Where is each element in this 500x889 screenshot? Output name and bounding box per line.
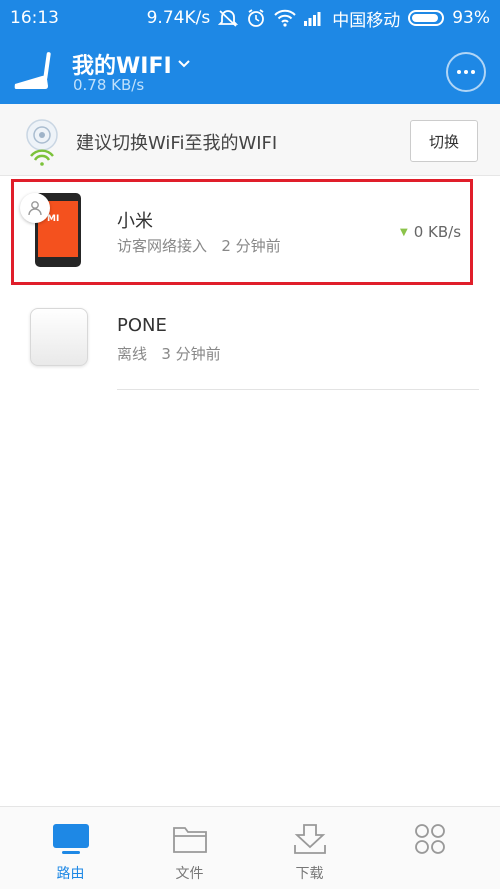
device-status: 离线 <box>117 345 148 363</box>
device-item-pone[interactable]: PONE 离线 3 分钟前 <box>0 300 500 392</box>
device-status-line: 离线 3 分钟前 <box>117 343 221 364</box>
more-icon-dot <box>457 70 461 74</box>
device-name: 小米 <box>117 211 153 232</box>
app-header: 我的WIFI 0.78 KB/s <box>0 36 500 104</box>
battery-icon <box>408 10 445 26</box>
device-rate-value: 0 KB/s <box>413 223 462 241</box>
tab-label: 文件 <box>175 866 204 882</box>
switch-button[interactable]: 切换 <box>410 120 478 162</box>
status-battery-percent: 93% <box>452 8 490 28</box>
more-icon-dot <box>464 70 468 74</box>
device-status: 访客网络接入 <box>117 237 208 255</box>
suggestion-text: 建议切换WiFi至我的WIFI <box>76 133 278 154</box>
wifi-speed: 0.78 KB/s <box>73 76 145 94</box>
wifi-suggestion-bar: 建议切换WiFi至我的WIFI 切换 <box>0 104 500 176</box>
status-right: 9.74K/s 中国移动 93% <box>147 6 490 31</box>
status-net-speed: 9.74K/s <box>146 8 211 28</box>
device-status-line: 访客网络接入 2 分钟前 <box>117 235 281 256</box>
tab-apps[interactable] <box>367 807 492 889</box>
alarm-icon <box>246 8 266 28</box>
device-time: 3 分钟前 <box>161 345 221 363</box>
guest-user-icon <box>20 193 50 223</box>
more-button[interactable] <box>446 52 486 92</box>
status-bar: 16:13 9.74K/s 中国移动 93% <box>0 0 500 36</box>
wifi-disc-icon <box>22 118 62 166</box>
apps-icon <box>414 824 445 854</box>
list-divider <box>117 389 479 390</box>
download-arrow-icon: ▼ <box>400 226 408 238</box>
router-tv-icon <box>52 824 89 854</box>
wifi-icon <box>274 9 296 27</box>
tab-downloads[interactable]: 下载 <box>247 807 372 889</box>
device-rate: ▼ 0 KB/s <box>400 223 461 241</box>
tab-router[interactable]: 路由 <box>8 807 133 889</box>
tab-label: 下载 <box>295 866 324 882</box>
device-time: 2 分钟前 <box>221 237 281 255</box>
tab-files[interactable]: 文件 <box>127 807 252 889</box>
chevron-down-icon <box>177 56 190 72</box>
status-time: 16:13 <box>10 8 59 28</box>
phone-brand-text: MI <box>47 214 59 224</box>
folder-icon <box>172 827 207 853</box>
bottom-nav: 路由 文件 下载 <box>0 806 500 889</box>
more-icon-dot <box>471 70 475 74</box>
status-carrier: 中国移动 <box>332 10 401 31</box>
tab-label: 路由 <box>56 866 85 882</box>
device-name: PONE <box>117 315 167 336</box>
download-icon <box>293 824 326 854</box>
signal-icon <box>304 10 324 26</box>
device-item-xiaomi[interactable]: MI 小米 访客网络接入 2 分钟前 ▼ 0 KB/s <box>0 176 500 286</box>
battery-fill <box>412 14 439 22</box>
silent-icon <box>218 9 239 27</box>
device-box-icon <box>30 308 88 366</box>
router-icon <box>12 46 58 92</box>
